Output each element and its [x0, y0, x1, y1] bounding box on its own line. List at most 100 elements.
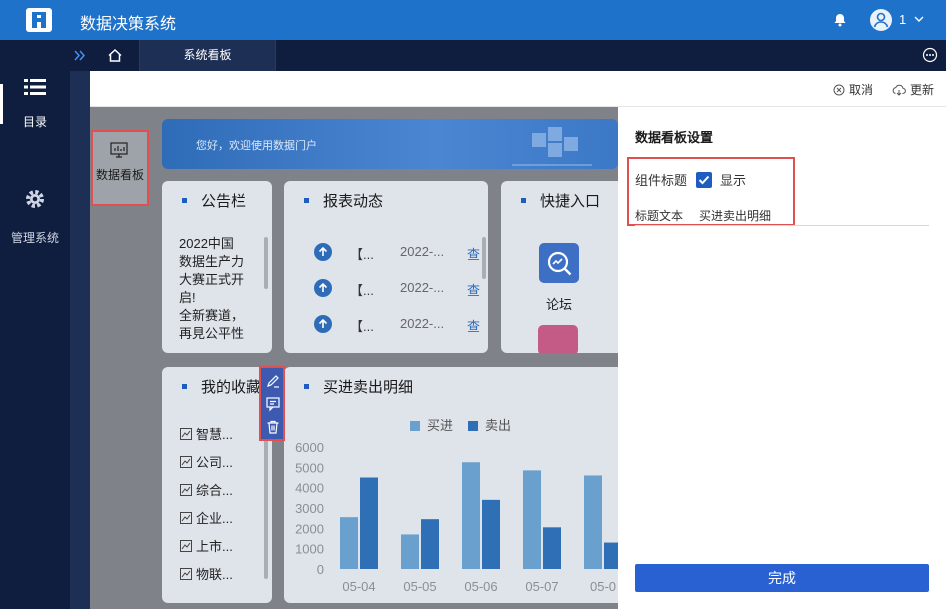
title-text-row: 标题文本 买进卖出明细 — [635, 207, 771, 224]
chart-icon — [180, 568, 192, 580]
scrollbar[interactable] — [264, 419, 268, 579]
refresh-button[interactable]: 更新 — [892, 81, 934, 98]
bar — [584, 475, 602, 569]
trade-chart-card[interactable]: 买进卖出明细 买进 卖出 0 1000 2000 3000 4000 5000 6000 05-0… — [284, 367, 618, 603]
show-label[interactable]: 显示 — [720, 170, 746, 189]
notice-content: 2022中国 数据生产力 大赛正式开 启! 全新赛道， 再見公平性 — [179, 235, 259, 343]
view-link[interactable]: 查 — [467, 244, 480, 263]
cube-illustration — [512, 127, 592, 166]
title-text-label: 标题文本 — [635, 209, 684, 223]
bar — [421, 519, 439, 569]
list-icon — [24, 79, 46, 95]
report-row[interactable]: 【... 2022-... 查 — [314, 315, 484, 335]
settings-panel: 数据看板设置 组件标题 显示 标题文本 买进卖出明细 完成 — [618, 107, 946, 609]
legend-label: 卖出 — [485, 418, 511, 433]
favorite-item[interactable]: 公司... — [180, 449, 233, 477]
bar-chart: 买进 卖出 0 1000 2000 3000 4000 5000 6000 05-04 05-05 0… — [295, 418, 618, 594]
favorite-label: 企业... — [196, 511, 233, 526]
dashboard-component-icon[interactable]: 数据看板 — [91, 130, 149, 206]
arrow-up-circle-icon — [314, 279, 332, 297]
forum-shortcut[interactable]: 论坛 — [538, 243, 580, 313]
nav-item-management[interactable]: 管理系统 — [0, 188, 70, 246]
nav-item-label: 管理系统 — [10, 231, 59, 245]
action-bar: 取消 更新 — [90, 71, 946, 107]
report-row[interactable]: 【... 2022-... 查 — [314, 243, 484, 263]
card-title: 报表动态 — [323, 192, 384, 210]
report-name: 【... — [350, 283, 374, 298]
banner-text: 您好，欢迎使用数据门户 — [196, 140, 317, 152]
notice-card: 公告栏 2022中国 数据生产力 大赛正式开 启! 全新赛道， 再見公平性 — [162, 181, 272, 353]
home-tab[interactable] — [90, 40, 140, 71]
quick-access-card: 快捷入口 论坛 — [501, 181, 618, 353]
x-tick-label: 05-07 — [525, 579, 558, 594]
report-date: 2022-... — [400, 244, 445, 259]
show-title-checkbox[interactable] — [696, 171, 713, 188]
chevron-down-icon[interactable] — [913, 13, 925, 25]
left-nav: 目录 管理系统 — [0, 40, 70, 609]
chart-board-icon — [110, 142, 128, 158]
favorite-item[interactable]: 智慧... — [180, 421, 233, 449]
x-tick-label: 05-06 — [464, 579, 497, 594]
card-title: 我的收藏 — [201, 378, 262, 396]
notice-line: 启! — [179, 290, 196, 305]
avatar[interactable] — [870, 9, 892, 31]
report-row[interactable]: 【... 2022-... 查 — [314, 279, 484, 299]
bar — [401, 534, 419, 569]
y-tick-label: 5000 — [295, 460, 324, 475]
report-name: 【... — [350, 247, 374, 262]
check-icon — [698, 175, 710, 184]
edit-icon[interactable] — [265, 373, 281, 389]
favorites-list: 智慧... 公司... 综合... 企业... 上市... 物联... — [180, 421, 233, 589]
chart-icon — [180, 512, 192, 524]
user-icon — [873, 12, 889, 28]
cloud-refresh-icon — [892, 84, 906, 96]
scrollbar[interactable] — [482, 237, 486, 279]
shortcut-label: 论坛 — [545, 297, 572, 312]
view-link[interactable]: 查 — [467, 280, 480, 299]
bar — [523, 470, 541, 569]
report-card: 报表动态 【... 2022-... 查 【... 2022-... 查 【..… — [284, 181, 488, 353]
shortcut-tile[interactable] — [538, 325, 578, 353]
y-tick-label: 3000 — [295, 501, 324, 516]
comment-icon[interactable] — [265, 396, 281, 412]
chart-icon — [180, 428, 192, 440]
y-tick-label: 4000 — [295, 481, 324, 496]
favorite-item[interactable]: 上市... — [180, 533, 233, 561]
nav-item-directory[interactable]: 目录 — [0, 78, 70, 130]
card-title: 公告栏 — [201, 192, 247, 210]
bar — [604, 542, 618, 569]
notice-line: 再見公平性 — [179, 326, 245, 341]
bell-icon[interactable] — [832, 12, 848, 28]
bar — [543, 527, 561, 569]
tab-system-board[interactable]: 系统看板 — [140, 40, 276, 71]
favorite-item[interactable]: 综合... — [180, 477, 233, 505]
bar — [482, 499, 500, 569]
cancel-button[interactable]: 取消 — [833, 81, 873, 98]
done-button[interactable]: 完成 — [635, 564, 929, 592]
favorite-item[interactable]: 物联... — [180, 561, 233, 589]
refresh-label: 更新 — [910, 83, 935, 97]
double-chevron-right-icon[interactable] — [70, 40, 90, 71]
component-toolbar — [259, 366, 285, 441]
y-tick-label: 1000 — [295, 542, 324, 557]
legend-swatch — [410, 421, 420, 431]
favorites-card: 我的收藏 智慧... 公司... 综合... 企业... 上市... 物联... — [162, 367, 272, 603]
x-tick-label: 05-04 — [342, 579, 375, 594]
nav-item-label: 目录 — [22, 115, 47, 129]
card-title: 买进卖出明细 — [323, 378, 414, 396]
view-link[interactable]: 查 — [467, 316, 480, 335]
close-circle-icon — [833, 84, 845, 95]
chart-icon — [180, 540, 192, 552]
user-name[interactable]: 1 — [899, 12, 906, 27]
title-text-input[interactable]: 买进卖出明细 — [699, 207, 771, 224]
card-title: 快捷入口 — [540, 192, 601, 210]
chart-icon — [180, 456, 192, 468]
trash-icon[interactable] — [265, 419, 281, 435]
more-options-icon[interactable] — [922, 47, 938, 63]
favorite-item[interactable]: 企业... — [180, 505, 233, 533]
scrollbar[interactable] — [264, 237, 268, 289]
favorite-label: 智慧... — [196, 427, 233, 442]
home-icon — [108, 48, 122, 62]
notice-line: 2022中国 — [179, 236, 234, 251]
chart-icon — [180, 484, 192, 496]
